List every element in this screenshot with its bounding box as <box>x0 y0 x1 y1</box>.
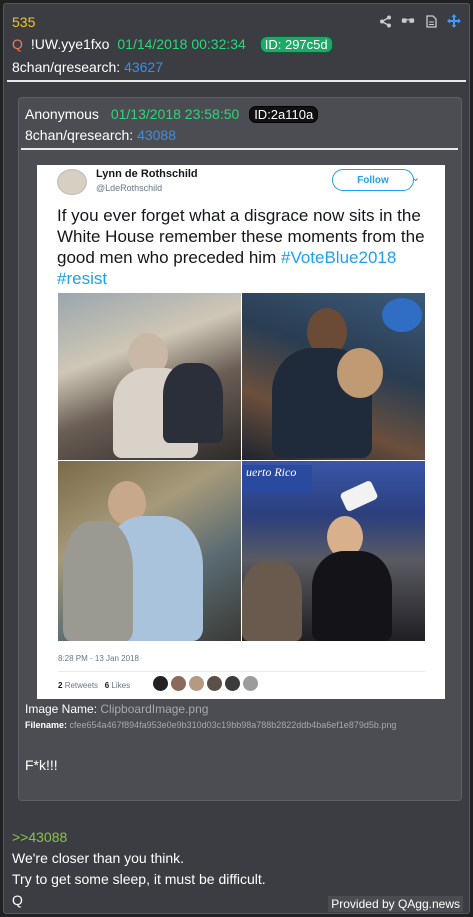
tweet-photo-4: uerto Rico <box>242 461 425 641</box>
document-icon[interactable] <box>424 14 438 28</box>
filename-row: Filename: cfee654a467f894fa953e0e9b310d0… <box>25 720 396 730</box>
quoted-id-badge[interactable]: ID:2a110a <box>249 106 319 123</box>
poster-id-badge[interactable]: ID: 297c5d <box>259 36 333 53</box>
image-name-value[interactable]: ClipboardImage.png <box>100 702 208 716</box>
tweet-author-handle: @LdeRothschild <box>96 183 163 193</box>
tweet-stats: 2 Retweets 6 Likes <box>58 681 130 690</box>
chevron-down-icon: ⌄ <box>411 172 421 184</box>
retweet-label: Retweets <box>64 681 99 690</box>
filename-label: Filename: <box>25 720 68 730</box>
like-count: 6 <box>104 681 110 690</box>
post-line-2: Try to get some sleep, it must be diffic… <box>12 871 266 887</box>
quoted-body: F*k!!! <box>25 757 58 773</box>
quoted-divider <box>21 148 458 150</box>
liker-avatar <box>153 676 168 691</box>
quoted-author: Anonymous <box>25 106 99 122</box>
move-icon[interactable] <box>447 14 461 28</box>
post-line-3: Q <box>12 892 23 908</box>
tweet-avatar <box>57 169 87 195</box>
tweet-photo-1 <box>58 293 241 460</box>
header-divider <box>7 80 466 82</box>
q-marker: Q <box>12 36 23 52</box>
liker-avatar <box>207 676 222 691</box>
retweet-count: 2 <box>58 681 63 690</box>
tweet-photo-grid: uerto Rico <box>58 293 425 641</box>
post-header: Q !UW.yye1fxo 01/14/2018 00:32:34 ID: 297… <box>12 36 333 53</box>
board-post-link[interactable]: 43627 <box>124 59 163 75</box>
tweet-follow-button: Follow <box>332 169 414 191</box>
quoted-board-name: 8chan/qresearch: <box>25 127 134 143</box>
tweet-screenshot-image[interactable]: Lynn de Rothschild @LdeRothschild Follow… <box>37 165 445 699</box>
post-card: 535 Q !UW.yye1fxo 01/14/2018 00:32:34 ID:… <box>3 3 470 914</box>
post-number[interactable]: 535 <box>12 14 35 30</box>
post-board: 8chan/qresearch: 43627 <box>12 59 163 75</box>
quoted-datetime: 01/13/2018 23:58:50 <box>110 106 240 122</box>
tweet-divider <box>58 671 425 672</box>
tweet-author-name: Lynn de Rothschild <box>96 168 198 180</box>
like-label: Likes <box>111 681 131 690</box>
tweet-likers <box>153 676 258 691</box>
liker-avatar <box>189 676 204 691</box>
liker-avatar <box>243 676 258 691</box>
liker-avatar <box>225 676 240 691</box>
provided-by-credit[interactable]: Provided by QAgg.news <box>328 896 463 912</box>
tweet-timestamp: 8:28 PM - 13 Jan 2018 <box>58 654 139 663</box>
tweet-photo-3 <box>58 461 241 641</box>
post-line-1: We're closer than you think. <box>12 850 185 866</box>
quoted-board: 8chan/qresearch: 43088 <box>25 127 176 143</box>
image-name-label: Image Name: <box>25 702 98 716</box>
board-name: 8chan/qresearch: <box>12 59 121 75</box>
tripcode: !UW.yye1fxo <box>30 36 110 52</box>
photo-sign-text: uerto Rico <box>242 465 312 493</box>
quoted-board-link[interactable]: 43088 <box>137 127 176 143</box>
post-toolbar <box>378 14 461 28</box>
post-datetime: 01/14/2018 00:32:34 <box>117 36 246 52</box>
image-name-row: Image Name: ClipboardImage.png <box>25 702 208 716</box>
filename-value[interactable]: cfee654a467f894fa953e0e9b310d03c19bb98a7… <box>70 720 397 730</box>
quoted-post: Anonymous 01/13/2018 23:58:50 ID:2a110a … <box>18 97 462 801</box>
quoted-header: Anonymous 01/13/2018 23:58:50 ID:2a110a <box>25 106 319 123</box>
share-icon[interactable] <box>378 14 392 28</box>
reply-link[interactable]: >>43088 <box>12 829 67 845</box>
tweet-text: If you ever forget what a disgrace now s… <box>57 205 437 289</box>
liker-avatar <box>171 676 186 691</box>
glasses-icon[interactable] <box>401 14 415 28</box>
tweet-photo-2 <box>242 293 425 460</box>
